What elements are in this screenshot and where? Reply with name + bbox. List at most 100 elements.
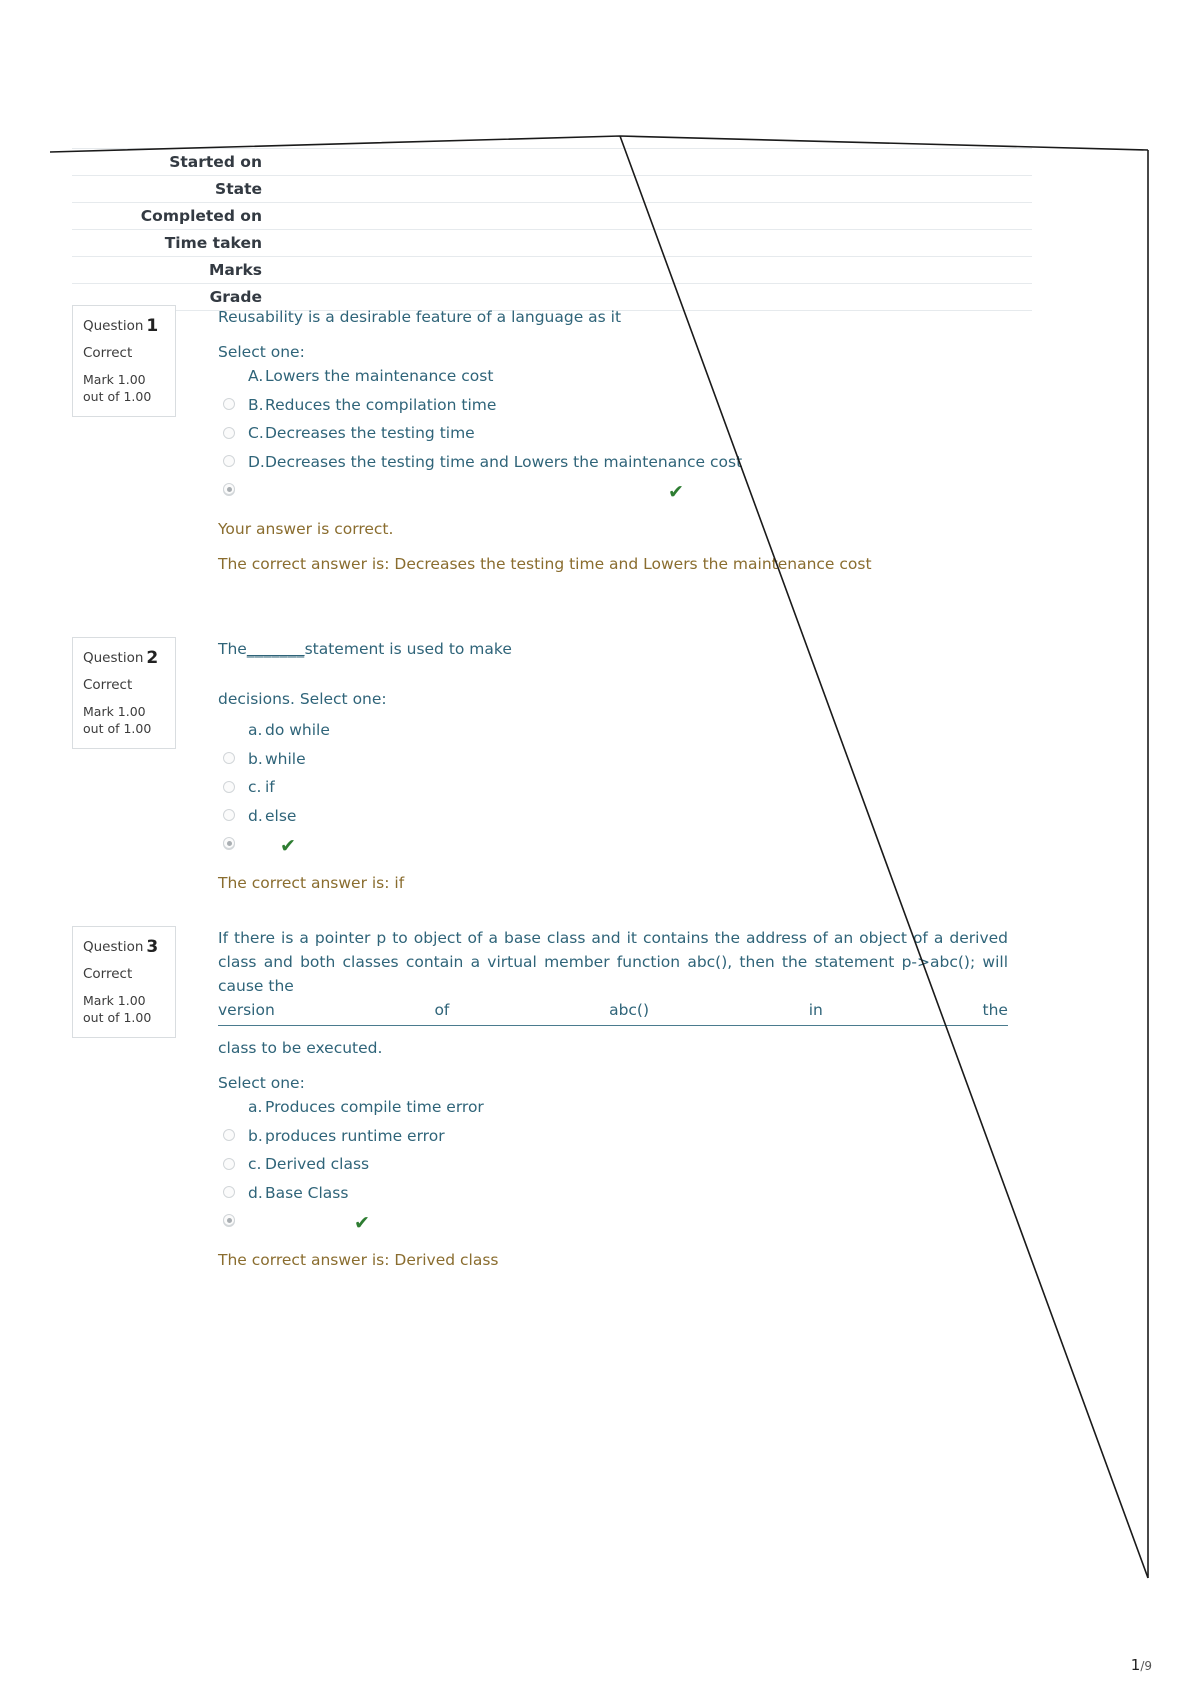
table-row: Completed on	[72, 202, 1032, 230]
question-info-box-3: Question 3 Correct Mark 1.00 out of 1.00	[72, 926, 176, 1038]
question-number-line-2: Question 2	[83, 646, 165, 671]
summary-value-completed-on	[270, 203, 1032, 230]
answer-option-2-d[interactable]: d. else	[218, 805, 1008, 850]
question-stem-3-word-of: of	[434, 1001, 450, 1020]
question-stem-3-line3: class to be executed.	[218, 1039, 383, 1058]
answer-letter-1-b: B.	[248, 395, 264, 414]
answer-letter-3-c: c.	[248, 1155, 262, 1174]
answer-text-2-a: do while	[265, 721, 330, 740]
correct-tick-icon-2: ✔	[280, 835, 296, 858]
summary-label-time-taken: Time taken	[164, 234, 262, 252]
radio-selected-3[interactable]	[223, 1214, 235, 1227]
question-number-line-3: Question 3	[83, 935, 165, 960]
answer-label-1-b: B.Reduces the compilation time	[248, 396, 496, 414]
answer-text-2-b: while	[265, 749, 306, 768]
correct-tick-icon-3: ✔	[354, 1212, 370, 1235]
answer-text-3-d: Base Class	[265, 1183, 349, 1202]
answer-label-2-d: d. else	[248, 807, 296, 825]
answer-text-1-c: Decreases the testing time	[265, 424, 475, 443]
answer-option-1-a[interactable]: A. Lowers the maintenance cost	[218, 365, 1008, 411]
answer-letter-2-b: b.	[248, 749, 263, 768]
answer-letter-3-b: b.	[248, 1126, 263, 1145]
attempt-summary-table: Started on State Completed on Time taken…	[72, 148, 1032, 311]
answer-text-1-d: Decreases the testing time and Lowers th…	[265, 452, 743, 471]
feedback-correct-answer-3: The correct answer is: Derived class	[218, 1251, 499, 1270]
summary-label-completed-on: Completed on	[140, 207, 262, 225]
question-stem-2-blank: _______	[246, 640, 305, 658]
answer-option-1-c[interactable]: C.Decreases the testing time	[218, 422, 1008, 468]
table-row: Started on	[72, 148, 1032, 176]
summary-label-state: State	[215, 180, 262, 198]
selected-answer-row-1: ✔	[218, 479, 1008, 509]
question-body-1: Reusability is a desirable feature of a …	[218, 305, 1008, 577]
answer-option-1-b[interactable]: B.Reduces the compilation time	[218, 394, 1008, 439]
select-one-label-3: Select one:	[218, 1074, 305, 1093]
answer-text-1-a: Lowers the maintenance cost	[265, 367, 494, 386]
question-stem-3-line2: version of abc() in the	[218, 998, 1008, 1022]
answer-letter-1-d: D.	[248, 452, 265, 471]
answer-text-3-b: produces runtime error	[265, 1126, 445, 1145]
page-number-current: 1	[1130, 1656, 1141, 1674]
radio-selected-1[interactable]	[223, 483, 235, 496]
question-number-1: 1	[146, 316, 159, 336]
selected-answer-row-2: ✔	[218, 833, 1008, 863]
question-number-2: 2	[146, 648, 159, 668]
correct-tick-icon-1: ✔	[668, 481, 684, 504]
answer-option-3-c[interactable]: c. Derived class	[218, 1153, 1008, 1199]
question-body-3: If there is a pointer p to object of a b…	[218, 926, 1008, 1273]
question-stem-3-word-the: the	[982, 1001, 1008, 1020]
answer-label-2-b: b. while	[248, 750, 306, 768]
answer-option-3-a[interactable]: a. Produces compile time error	[218, 1096, 1008, 1142]
summary-value-marks	[270, 257, 1032, 284]
answer-option-2-c[interactable]: c. if	[218, 776, 1008, 822]
question-stem-3-line1: If there is a pointer p to object of a b…	[218, 929, 1008, 996]
answer-option-1-d[interactable]: D.Decreases the testing time and Lowers …	[218, 451, 1008, 496]
question-stem-2-suffix: statement is used to make	[304, 640, 512, 658]
question-info-box-1: Question 1 Correct Mark 1.00 out of 1.00	[72, 305, 176, 417]
question-word-2: Question	[83, 650, 144, 666]
question-body-2: The_______statement is used to make deci…	[218, 637, 1008, 896]
answer-text-3-c: Derived class	[265, 1155, 370, 1174]
answer-letter-1-c: C.	[248, 424, 264, 443]
answer-text-2-d: else	[265, 806, 297, 825]
question-stem-3-word-abc: abc()	[609, 1001, 650, 1020]
question-number-line-1: Question 1	[83, 314, 165, 339]
summary-value-time-taken	[270, 230, 1032, 257]
answer-option-2-a[interactable]: a. do while	[218, 719, 1008, 765]
question-stem-3-rule	[218, 1024, 1008, 1027]
question-mark-1: Mark 1.00 out of 1.00	[83, 372, 152, 405]
table-row: Marks	[72, 256, 1032, 284]
page-number-total: 9	[1144, 1659, 1152, 1673]
select-one-label-1: Select one:	[218, 343, 305, 362]
answer-option-3-b[interactable]: b. produces runtime error	[218, 1125, 1008, 1170]
answer-letter-1-a: A.	[248, 367, 264, 386]
answer-option-3-d[interactable]: d. Base Class	[218, 1182, 1008, 1227]
answer-text-2-c: if	[265, 778, 275, 797]
question-stem-2: The_______statement is used to make	[218, 637, 1008, 661]
answer-label-3-c: c. Derived class	[248, 1155, 369, 1173]
summary-value-started-on	[270, 149, 1032, 176]
answer-list-1: A. Lowers the maintenance cost B.Reduces …	[218, 365, 1008, 496]
selected-answer-row-3: ✔	[218, 1210, 1008, 1240]
question-word-3: Question	[83, 939, 144, 955]
question-info-box-2: Question 2 Correct Mark 1.00 out of 1.00	[72, 637, 176, 749]
answer-label-1-d: D.Decreases the testing time and Lowers …	[248, 453, 742, 471]
question-word-1: Question	[83, 318, 144, 334]
answer-label-3-a: a. Produces compile time error	[248, 1098, 484, 1116]
answer-letter-3-d: d.	[248, 1183, 263, 1202]
question-stem-3-word-in: in	[808, 1001, 823, 1020]
radio-selected-2[interactable]	[223, 837, 235, 850]
quiz-review-page: Started on State Completed on Time taken…	[0, 0, 1200, 1698]
answer-letter-2-c: c.	[248, 778, 262, 797]
question-stem-2-line2: decisions. Select one:	[218, 690, 387, 709]
question-state-2: Correct	[83, 676, 133, 693]
answer-list-2: a. do while b. while c. if d. else	[218, 719, 1008, 850]
question-state-3: Correct	[83, 965, 133, 982]
answer-list-3: a. Produces compile time error b. produces…	[218, 1096, 1008, 1227]
page-content: Started on State Completed on Time taken…	[0, 0, 1200, 1698]
answer-option-2-b[interactable]: b. while	[218, 748, 1008, 793]
feedback-correct-answer-1: The correct answer is: Decreases the tes…	[218, 554, 872, 573]
answer-label-3-b: b. produces runtime error	[248, 1127, 445, 1145]
table-row: Time taken	[72, 229, 1032, 257]
summary-value-state	[270, 176, 1032, 203]
